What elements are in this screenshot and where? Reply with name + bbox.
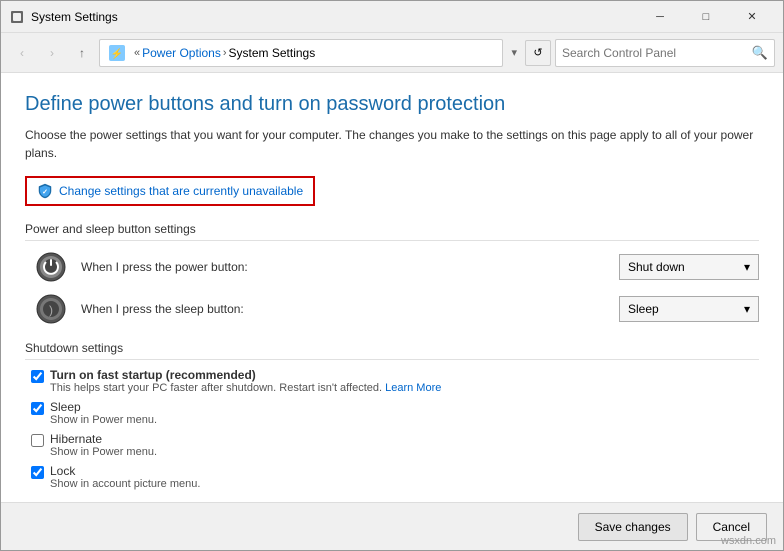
power-button-label: When I press the power button: — [81, 260, 619, 274]
content-area: Define power buttons and turn on passwor… — [1, 73, 783, 502]
power-button-dropdown[interactable]: Shut down ▾ — [619, 254, 759, 280]
breadcrumb-sep-1: « — [134, 47, 140, 59]
power-sleep-section-header: Power and sleep button settings — [25, 222, 759, 241]
lock-label[interactable]: Lock — [50, 464, 200, 478]
learn-more-link[interactable]: Learn More — [385, 382, 441, 394]
lock-label-group: Lock Show in account picture menu. — [50, 464, 200, 490]
maximize-button[interactable]: □ — [683, 1, 729, 33]
search-input[interactable] — [562, 46, 752, 60]
shield-icon: ✓ — [37, 183, 53, 199]
forward-button[interactable]: › — [39, 40, 65, 66]
minimize-button[interactable]: ─ — [637, 1, 683, 33]
lock-sub-label: Show in account picture menu. — [50, 478, 200, 490]
power-dropdown-arrow: ▾ — [744, 260, 750, 274]
hibernate-checkbox-row: Hibernate Show in Power menu. — [31, 432, 759, 458]
svg-text:⚡: ⚡ — [111, 47, 123, 60]
sleep-checkbox[interactable] — [31, 402, 44, 415]
search-icon[interactable]: 🔍 — [752, 45, 768, 61]
addressbar: ‹ › ↑ ⚡ « Power Options › System Setting… — [1, 33, 783, 73]
window-title: System Settings — [31, 10, 637, 24]
sleep-sub-label: Show in Power menu. — [50, 414, 157, 426]
address-bar[interactable]: ⚡ « Power Options › System Settings — [99, 39, 503, 67]
sleep-button-value: Sleep — [628, 302, 659, 316]
titlebar-buttons: ─ □ ✕ — [637, 1, 775, 33]
back-button[interactable]: ‹ — [9, 40, 35, 66]
svg-text:✓: ✓ — [42, 189, 48, 196]
hibernate-label[interactable]: Hibernate — [50, 432, 157, 446]
watermark: wsxdn.com — [721, 535, 776, 547]
breadcrumb-current: System Settings — [229, 46, 316, 60]
sleep-button-dropdown[interactable]: Sleep ▾ — [619, 296, 759, 322]
footer: Save changes Cancel — [1, 502, 783, 550]
hibernate-sub-label: Show in Power menu. — [50, 446, 157, 458]
sleep-checkbox-row: Sleep Show in Power menu. — [31, 400, 759, 426]
search-box: 🔍 — [555, 39, 775, 67]
lock-checkbox[interactable] — [31, 466, 44, 479]
titlebar: System Settings ─ □ ✕ — [1, 1, 783, 33]
sleep-label[interactable]: Sleep — [50, 400, 157, 414]
page-description: Choose the power settings that you want … — [25, 126, 759, 162]
window-icon — [9, 9, 25, 25]
fast-startup-checkbox[interactable] — [31, 370, 44, 383]
change-settings-button[interactable]: ✓ Change settings that are currently una… — [25, 176, 315, 206]
save-changes-button[interactable]: Save changes — [578, 513, 688, 541]
shutdown-section-header: Shutdown settings — [25, 341, 759, 360]
hibernate-checkbox[interactable] — [31, 434, 44, 447]
power-button-icon — [35, 251, 67, 283]
fast-startup-main-label[interactable]: Turn on fast startup (recommended) — [50, 368, 441, 382]
lock-checkbox-row: Lock Show in account picture menu. — [31, 464, 759, 490]
sleep-button-label: When I press the sleep button: — [81, 302, 619, 316]
change-settings-label: Change settings that are currently unava… — [59, 184, 303, 198]
sleep-label-group: Sleep Show in Power menu. — [50, 400, 157, 426]
shutdown-section: Shutdown settings Turn on fast startup (… — [25, 341, 759, 490]
main-window: System Settings ─ □ ✕ ‹ › ↑ ⚡ « Power Op… — [0, 0, 784, 551]
close-button[interactable]: ✕ — [729, 1, 775, 33]
breadcrumb-sep-2: › — [223, 47, 227, 59]
power-button-row: When I press the power button: Shut down… — [35, 251, 759, 283]
hibernate-label-group: Hibernate Show in Power menu. — [50, 432, 157, 458]
up-button[interactable]: ↑ — [69, 40, 95, 66]
dropdown-arrow[interactable]: ▾ — [507, 46, 521, 59]
refresh-button[interactable]: ↺ — [525, 40, 551, 66]
fast-startup-row: Turn on fast startup (recommended) This … — [31, 368, 759, 394]
breadcrumb-power-options[interactable]: Power Options — [142, 46, 221, 60]
page-title: Define power buttons and turn on passwor… — [25, 93, 759, 116]
sleep-dropdown-arrow: ▾ — [744, 302, 750, 316]
power-button-value: Shut down — [628, 260, 685, 274]
fast-startup-sub-label: This helps start your PC faster after sh… — [50, 382, 441, 394]
fast-startup-label-group: Turn on fast startup (recommended) This … — [50, 368, 441, 394]
svg-text:): ) — [49, 303, 53, 317]
sleep-button-row: ) When I press the sleep button: Sleep ▾ — [35, 293, 759, 325]
sleep-button-icon: ) — [35, 293, 67, 325]
